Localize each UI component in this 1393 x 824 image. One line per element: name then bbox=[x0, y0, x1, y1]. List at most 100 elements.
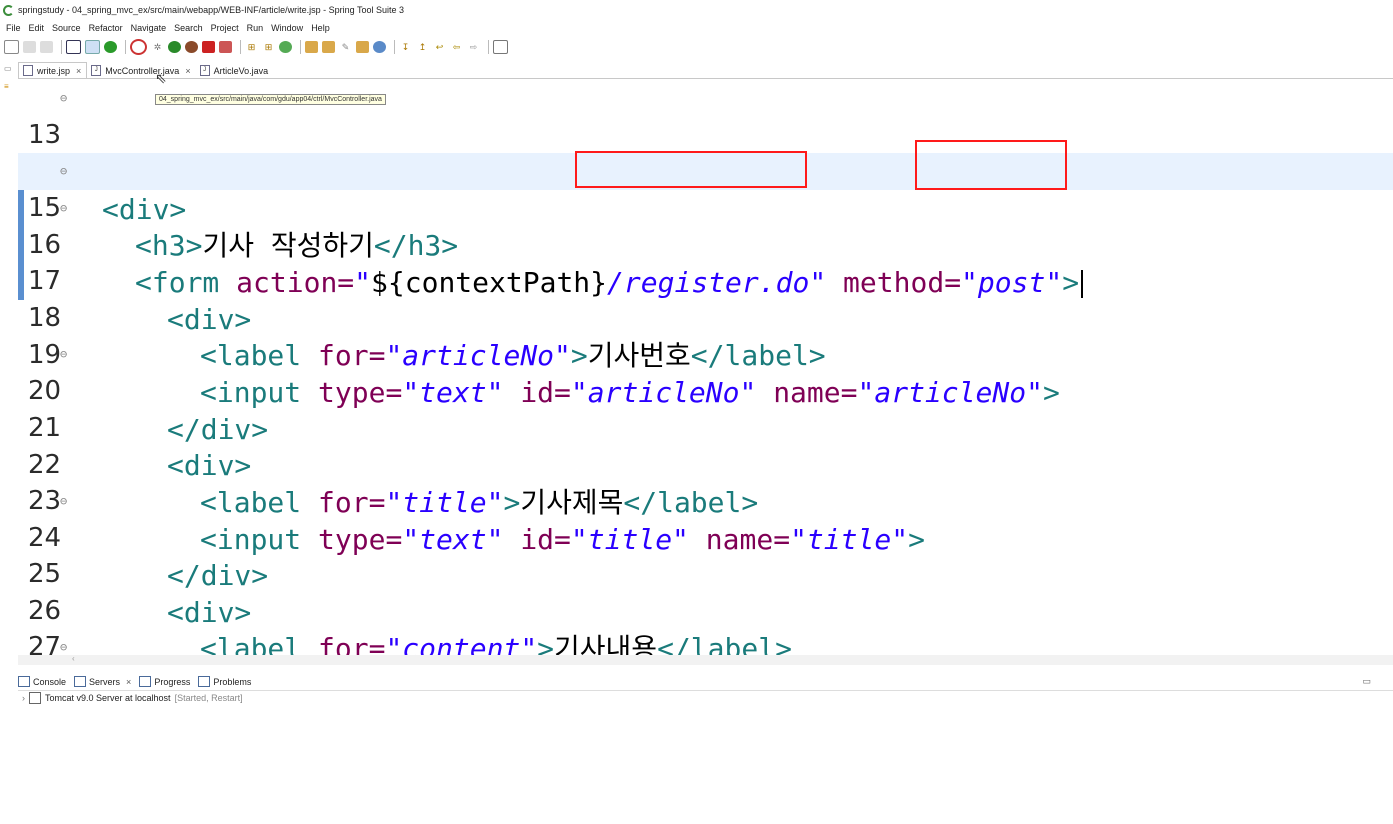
new-class-icon[interactable] bbox=[279, 41, 292, 53]
code-line[interactable]: 27 </div> bbox=[18, 592, 1393, 655]
title-bar: springstudy - 04_spring_mvc_ex/src/main/… bbox=[0, 0, 1393, 20]
close-icon[interactable]: × bbox=[185, 66, 190, 76]
tab-problems[interactable]: Problems bbox=[198, 676, 251, 687]
close-icon[interactable]: × bbox=[126, 677, 131, 687]
tab-label: write.jsp bbox=[37, 65, 71, 76]
toolbar-divider bbox=[125, 40, 126, 54]
open-task-icon[interactable] bbox=[322, 41, 335, 53]
menu-source[interactable]: Source bbox=[52, 23, 81, 33]
bottom-panel-tabs: Console Servers × Progress Problems ▭ bbox=[18, 673, 1393, 691]
code-line[interactable]: 28 ⊖ <div> bbox=[18, 629, 1393, 655]
boot-dashboard-icon[interactable] bbox=[104, 41, 117, 53]
tab-console[interactable]: Console bbox=[18, 676, 66, 687]
menu-search[interactable]: Search bbox=[174, 23, 203, 33]
run-icon[interactable] bbox=[168, 41, 181, 53]
menu-project[interactable]: Project bbox=[211, 23, 239, 33]
servers-icon bbox=[74, 676, 87, 687]
menu-bar: File Edit Source Refactor Navigate Searc… bbox=[0, 20, 1393, 36]
tab-label: Problems bbox=[213, 676, 252, 687]
pencil-icon[interactable]: ✎ bbox=[339, 41, 352, 53]
code-line[interactable]: 14 <h3>기사 작성하기</h3> bbox=[18, 116, 1393, 262]
coverage-icon[interactable] bbox=[219, 41, 232, 53]
next-annotation-icon[interactable]: ↧ bbox=[399, 41, 412, 53]
expand-chevron-icon[interactable]: › bbox=[22, 693, 25, 703]
editor-tab-bar: write.jsp × J MvcController.java × J Art… bbox=[18, 62, 1393, 79]
fold-icon[interactable]: ⊖ bbox=[60, 80, 67, 117]
server-list-item[interactable]: › Tomcat v9.0 Server at localhost [Start… bbox=[22, 692, 243, 704]
forward-icon[interactable]: ⇨ bbox=[467, 41, 480, 53]
java-file-icon: J bbox=[91, 65, 102, 76]
toolbar-divider bbox=[488, 40, 489, 54]
code-editor[interactable]: 13 ⊖ <div> 14 <h3>기사 작성하기</h3> 15 ⊖ <for… bbox=[18, 80, 1393, 655]
code-line[interactable]: 25 <label for="content">기사내용</label> bbox=[18, 519, 1393, 655]
code-line[interactable]: 23 </div> bbox=[18, 446, 1393, 592]
tab-label: ArticleVo.java bbox=[213, 65, 269, 76]
code-line[interactable]: 19 </div> bbox=[18, 300, 1393, 446]
back-icon[interactable]: ⇦ bbox=[450, 41, 463, 53]
save-all-icon[interactable] bbox=[40, 41, 53, 53]
code-line[interactable]: 22 <input type="text" id="title" name="t… bbox=[18, 410, 1393, 556]
menu-window[interactable]: Window bbox=[271, 23, 303, 33]
server-icon bbox=[29, 692, 41, 704]
tab-label: Servers bbox=[89, 676, 121, 687]
jsp-file-icon bbox=[23, 65, 33, 76]
tab-write-jsp[interactable]: write.jsp × bbox=[18, 62, 88, 78]
folder-icon[interactable] bbox=[356, 41, 369, 53]
file-path-tooltip: 04_spring_mvc_ex/src/main/java/com/gdu/a… bbox=[155, 94, 386, 105]
code-line[interactable]: 16 ⊖ <div> bbox=[18, 190, 1393, 336]
new-server-icon[interactable]: ⊞ bbox=[245, 41, 258, 53]
stop-icon[interactable] bbox=[202, 41, 215, 53]
outline-icon[interactable]: ≡ bbox=[4, 82, 9, 91]
tab-mvccontroller-java[interactable]: J MvcController.java × bbox=[87, 63, 195, 78]
open-perspective-icon[interactable] bbox=[493, 40, 508, 54]
new-package-icon[interactable]: ⊞ bbox=[262, 41, 275, 53]
server-name: Tomcat v9.0 Server at localhost bbox=[45, 693, 171, 703]
fold-icon[interactable]: ⊖ bbox=[60, 629, 67, 655]
code-line[interactable]: 20 ⊖ <div> bbox=[18, 336, 1393, 482]
progress-icon bbox=[139, 676, 152, 687]
open-type-icon[interactable] bbox=[305, 41, 318, 53]
restore-icon[interactable]: ▭ bbox=[4, 64, 12, 73]
menu-run[interactable]: Run bbox=[247, 23, 264, 33]
fold-icon[interactable]: ⊖ bbox=[60, 483, 67, 520]
spring-tool-suite-icon bbox=[3, 4, 14, 16]
toolbar-divider bbox=[240, 40, 241, 54]
debug-icon[interactable]: ✲ bbox=[151, 41, 164, 53]
code-line[interactable]: 24 ⊖ <div> bbox=[18, 483, 1393, 629]
tab-progress[interactable]: Progress bbox=[139, 676, 190, 687]
run-external-icon[interactable] bbox=[185, 41, 198, 53]
refresh-icon[interactable] bbox=[130, 39, 147, 55]
globe-icon[interactable] bbox=[373, 41, 386, 53]
toolbar-divider bbox=[61, 40, 62, 54]
window-title: springstudy - 04_spring_mvc_ex/src/main/… bbox=[18, 5, 404, 15]
minimize-icon[interactable]: ▭ bbox=[1362, 676, 1371, 687]
toolbar-divider bbox=[394, 40, 395, 54]
save-icon[interactable] bbox=[23, 41, 36, 53]
code-line[interactable]: 26 <input type="text" id="content" name=… bbox=[18, 556, 1393, 626]
code-line[interactable]: 21 <label for="title">기사제목</label> bbox=[18, 373, 1393, 519]
tab-servers[interactable]: Servers × bbox=[74, 676, 131, 687]
tab-articlevo-java[interactable]: J ArticleVo.java bbox=[196, 63, 274, 78]
last-edit-icon[interactable]: ↩ bbox=[433, 41, 446, 53]
menu-help[interactable]: Help bbox=[311, 23, 330, 33]
menu-file[interactable]: File bbox=[6, 23, 21, 33]
menu-navigate[interactable]: Navigate bbox=[131, 23, 167, 33]
code-line[interactable]: 18 <input type="text" id="articleNo" nam… bbox=[18, 263, 1393, 409]
problems-icon bbox=[198, 676, 211, 687]
close-icon[interactable]: × bbox=[76, 66, 81, 76]
fold-icon[interactable]: ⊖ bbox=[60, 153, 67, 190]
previous-annotation-icon[interactable]: ↥ bbox=[416, 41, 429, 53]
annotation-box-register bbox=[575, 151, 807, 188]
menu-edit[interactable]: Edit bbox=[29, 23, 45, 33]
toggle-breadcrumb-icon[interactable] bbox=[85, 40, 100, 54]
horizontal-scrollbar[interactable]: ‹ bbox=[18, 654, 1393, 665]
fold-icon[interactable]: ⊖ bbox=[60, 190, 67, 227]
scroll-left-icon[interactable]: ‹ bbox=[72, 654, 75, 663]
fold-icon[interactable]: ⊖ bbox=[60, 336, 67, 373]
java-file-icon: J bbox=[199, 65, 210, 76]
left-trim: ▭ ≡ bbox=[0, 62, 18, 662]
terminal-icon[interactable] bbox=[66, 40, 81, 54]
new-icon[interactable] bbox=[4, 40, 19, 54]
menu-refactor[interactable]: Refactor bbox=[89, 23, 123, 33]
code-line[interactable]: 17 <label for="articleNo">기사번호</label> bbox=[18, 226, 1393, 372]
